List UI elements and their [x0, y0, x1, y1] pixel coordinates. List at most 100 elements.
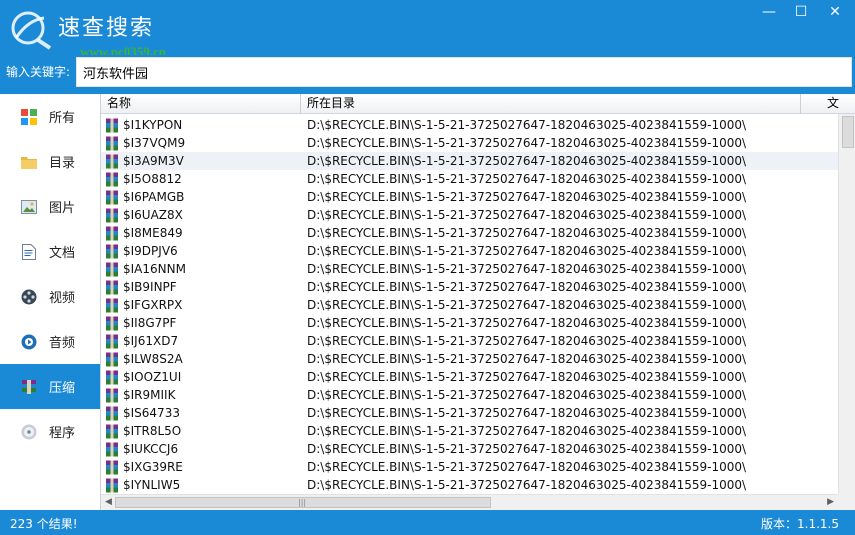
horizontal-scroll-thumb[interactable]: ||| — [115, 497, 491, 508]
file-name: $IB9INPF — [123, 280, 177, 294]
file-name: $IS64733 — [123, 406, 180, 420]
file-name-cell: $I3A9M3V — [105, 152, 301, 170]
file-name-cell: $IYNLIW5 — [105, 476, 301, 494]
table-row[interactable]: $I5O8812 D:\$RECYCLE.BIN\S-1-5-21-3725027… — [101, 170, 838, 188]
results-rows: $I1KYPON D:\$RECYCLE.BIN\S-1-5-21-3725027… — [101, 116, 838, 494]
file-directory: D:\$RECYCLE.BIN\S-1-5-21-3725027647-1820… — [307, 118, 747, 132]
file-directory: D:\$RECYCLE.BIN\S-1-5-21-3725027647-1820… — [307, 298, 747, 312]
rar-archive-icon — [106, 298, 118, 312]
table-row[interactable]: $IJ61XD7 D:\$RECYCLE.BIN\S-1-5-21-3725027… — [101, 332, 838, 350]
sidebar-item-label: 视频 — [49, 291, 76, 306]
maximize-button[interactable]: ☐ — [784, 0, 818, 24]
archive-icon — [20, 378, 38, 396]
file-name: $II8G7PF — [123, 316, 177, 330]
sidebar-item-label: 所有 — [49, 111, 76, 126]
file-name-cell: $IOOZ1UI — [105, 368, 301, 386]
table-row[interactable]: $IFGXRPX D:\$RECYCLE.BIN\S-1-5-21-3725027… — [101, 296, 838, 314]
sidebar-item-label: 压缩 — [49, 381, 76, 396]
sidebar-item-audio[interactable]: 音频 — [0, 319, 100, 364]
sidebar-item-program[interactable]: 程序 — [0, 409, 100, 454]
sidebar-item-picture[interactable]: 图片 — [0, 184, 100, 229]
close-button[interactable]: ✕ — [818, 0, 852, 24]
file-name: $I8ME849 — [123, 226, 183, 240]
file-directory: D:\$RECYCLE.BIN\S-1-5-21-3725027647-1820… — [307, 244, 747, 258]
rar-archive-icon — [106, 244, 118, 258]
sidebar-item-document[interactable]: 文档 — [0, 229, 100, 274]
column-header-file[interactable]: 文 — [801, 94, 855, 114]
file-name: $IXG39RE — [123, 460, 183, 474]
sidebar-item-all[interactable]: 所有 — [0, 94, 100, 139]
table-row[interactable]: $I3A9M3V D:\$RECYCLE.BIN\S-1-5-21-3725027… — [101, 152, 838, 170]
vertical-scroll-thumb[interactable] — [842, 116, 854, 148]
file-name-cell: $IUKCCJ6 — [105, 440, 301, 458]
file-name: $ITR8L5O — [123, 424, 182, 438]
vertical-scrollbar[interactable] — [838, 114, 855, 494]
file-name-cell: $II8G7PF — [105, 314, 301, 332]
column-header-row: 名称 所在目录 文 — [101, 94, 855, 114]
file-name-cell: $IB9INPF — [105, 278, 301, 296]
file-name-cell: $I6UAZ8X — [105, 206, 301, 224]
search-input[interactable] — [76, 57, 852, 87]
table-row[interactable]: $I37VQM9 D:\$RECYCLE.BIN\S-1-5-21-3725027… — [101, 134, 838, 152]
file-directory: D:\$RECYCLE.BIN\S-1-5-21-3725027647-1820… — [307, 442, 747, 456]
sidebar-item-video[interactable]: 视频 — [0, 274, 100, 319]
table-row[interactable]: $II8G7PF D:\$RECYCLE.BIN\S-1-5-21-3725027… — [101, 314, 838, 332]
file-directory: D:\$RECYCLE.BIN\S-1-5-21-3725027647-1820… — [307, 478, 747, 492]
rar-archive-icon — [106, 460, 118, 474]
all-icon — [20, 108, 38, 126]
file-name: $IOOZ1UI — [123, 370, 182, 384]
table-row[interactable]: $I6PAMGB D:\$RECYCLE.BIN\S-1-5-21-3725027… — [101, 188, 838, 206]
file-directory: D:\$RECYCLE.BIN\S-1-5-21-3725027647-1820… — [307, 154, 747, 168]
table-row[interactable]: $IOOZ1UI D:\$RECYCLE.BIN\S-1-5-21-3725027… — [101, 368, 838, 386]
status-bar: 223 个结果! 版本：1.1.1.5 — [0, 510, 855, 535]
file-directory: D:\$RECYCLE.BIN\S-1-5-21-3725027647-1820… — [307, 316, 747, 330]
file-directory: D:\$RECYCLE.BIN\S-1-5-21-3725027647-1820… — [307, 406, 747, 420]
table-row[interactable]: $IUKCCJ6 D:\$RECYCLE.BIN\S-1-5-21-3725027… — [101, 440, 838, 458]
file-name: $I6UAZ8X — [123, 208, 183, 222]
scroll-corner — [838, 494, 855, 510]
rar-archive-icon — [106, 190, 118, 204]
table-row[interactable]: $IR9MIIK D:\$RECYCLE.BIN\S-1-5-21-3725027… — [101, 386, 838, 404]
table-row[interactable]: $I8ME849 D:\$RECYCLE.BIN\S-1-5-21-3725027… — [101, 224, 838, 242]
sidebar-item-label: 目录 — [49, 156, 76, 171]
sidebar-item-label: 图片 — [49, 201, 76, 216]
table-row[interactable]: $I6UAZ8X D:\$RECYCLE.BIN\S-1-5-21-3725027… — [101, 206, 838, 224]
rar-archive-icon — [106, 118, 118, 132]
file-directory: D:\$RECYCLE.BIN\S-1-5-21-3725027647-1820… — [307, 388, 747, 402]
results-list-view: 名称 所在目录 文 $I1KYPON D:\$RECYCLE.BIN\S-1-5-… — [100, 94, 855, 510]
file-name: $I3A9M3V — [123, 154, 184, 168]
file-name: $IUKCCJ6 — [123, 442, 179, 456]
file-directory: D:\$RECYCLE.BIN\S-1-5-21-3725027647-1820… — [307, 424, 747, 438]
table-row[interactable]: $ITR8L5O D:\$RECYCLE.BIN\S-1-5-21-3725027… — [101, 422, 838, 440]
rar-archive-icon — [106, 136, 118, 150]
file-directory: D:\$RECYCLE.BIN\S-1-5-21-3725027647-1820… — [307, 370, 747, 384]
scroll-right-icon[interactable]: ▶ — [827, 497, 834, 507]
column-header-directory[interactable]: 所在目录 — [301, 94, 801, 114]
file-directory: D:\$RECYCLE.BIN\S-1-5-21-3725027647-1820… — [307, 226, 747, 240]
rar-archive-icon — [106, 478, 118, 492]
picture-icon — [20, 198, 38, 216]
sidebar-item-folder[interactable]: 目录 — [0, 139, 100, 184]
file-name-cell: $ILW8S2A — [105, 350, 301, 368]
horizontal-scrollbar[interactable]: ◀ ||| ▶ — [101, 494, 838, 510]
table-row[interactable]: $ILW8S2A D:\$RECYCLE.BIN\S-1-5-21-3725027… — [101, 350, 838, 368]
file-name-cell: $ITR8L5O — [105, 422, 301, 440]
scroll-left-icon[interactable]: ◀ — [105, 497, 112, 507]
table-row[interactable]: $IB9INPF D:\$RECYCLE.BIN\S-1-5-21-3725027… — [101, 278, 838, 296]
table-row[interactable]: $IS64733 D:\$RECYCLE.BIN\S-1-5-21-3725027… — [101, 404, 838, 422]
table-row[interactable]: $I9DPJV6 D:\$RECYCLE.BIN\S-1-5-21-3725027… — [101, 242, 838, 260]
column-header-name[interactable]: 名称 — [101, 94, 301, 114]
minimize-button[interactable]: — — [752, 0, 786, 24]
file-name: $I5O8812 — [123, 172, 182, 186]
table-row[interactable]: $IA16NNM D:\$RECYCLE.BIN\S-1-5-21-3725027… — [101, 260, 838, 278]
rar-archive-icon — [106, 262, 118, 276]
file-directory: D:\$RECYCLE.BIN\S-1-5-21-3725027647-1820… — [307, 208, 747, 222]
rar-archive-icon — [106, 388, 118, 402]
file-name-cell: $IJ61XD7 — [105, 332, 301, 350]
table-row[interactable]: $IYNLIW5 D:\$RECYCLE.BIN\S-1-5-21-3725027… — [101, 476, 838, 494]
sidebar-item-archive[interactable]: 压缩 — [0, 364, 100, 409]
table-row[interactable]: $I1KYPON D:\$RECYCLE.BIN\S-1-5-21-3725027… — [101, 116, 838, 134]
file-name-cell: $I9DPJV6 — [105, 242, 301, 260]
table-row[interactable]: $IXG39RE D:\$RECYCLE.BIN\S-1-5-21-3725027… — [101, 458, 838, 476]
result-count: 223 个结果! — [10, 517, 78, 531]
